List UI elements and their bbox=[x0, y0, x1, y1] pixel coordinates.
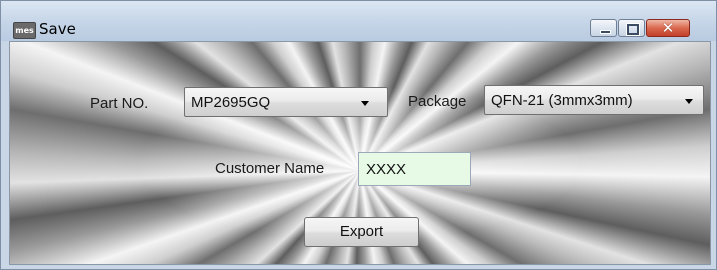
maximize-icon bbox=[626, 23, 640, 36]
maximize-button[interactable] bbox=[618, 19, 645, 37]
save-dialog-window: mes Save ✕ Part NO. MP2695GQ Package QFN… bbox=[0, 0, 717, 270]
part-no-label: Part NO. bbox=[90, 95, 149, 112]
app-icon: mes bbox=[13, 22, 36, 39]
customer-name-value: XXXX bbox=[366, 161, 407, 178]
minimize-button[interactable] bbox=[590, 19, 617, 37]
chevron-down-icon bbox=[361, 101, 369, 106]
close-button[interactable]: ✕ bbox=[646, 19, 690, 37]
customer-name-input[interactable]: XXXX bbox=[358, 152, 471, 186]
package-dropdown[interactable]: QFN-21 (3mmx3mm) bbox=[484, 85, 704, 115]
minimize-icon bbox=[600, 30, 611, 34]
part-no-dropdown[interactable]: MP2695GQ bbox=[184, 87, 388, 117]
close-icon: ✕ bbox=[661, 19, 675, 37]
chevron-down-icon bbox=[685, 99, 693, 104]
window-title: Save bbox=[39, 20, 76, 38]
customer-name-label: Customer Name bbox=[215, 160, 325, 177]
package-value: QFN-21 (3mmx3mm) bbox=[491, 92, 633, 109]
title-bar[interactable]: mes Save ✕ bbox=[1, 1, 716, 41]
export-button[interactable]: Export bbox=[304, 217, 419, 247]
package-label: Package bbox=[408, 93, 467, 110]
client-area: Part NO. MP2695GQ Package QFN-21 (3mmx3m… bbox=[9, 41, 711, 265]
part-no-value: MP2695GQ bbox=[191, 94, 271, 111]
